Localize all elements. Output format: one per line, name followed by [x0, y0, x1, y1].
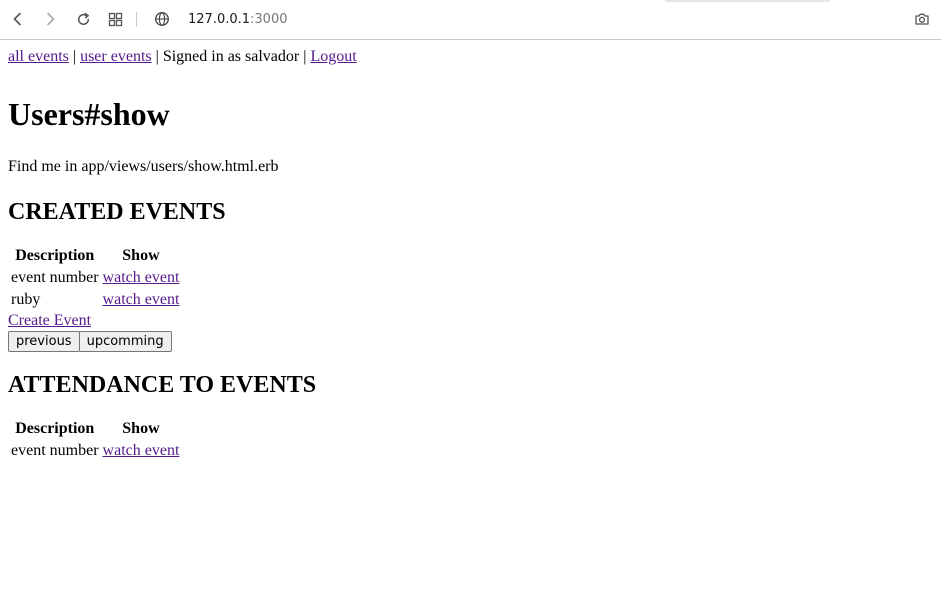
- column-header-show: Show: [122, 420, 160, 437]
- address-bar[interactable]: 127.0.0.1:3000: [188, 11, 288, 29]
- toolbar-accent-line: [665, 0, 830, 2]
- browser-toolbar: 127.0.0.1:3000: [0, 0, 941, 40]
- watch-event-link[interactable]: watch event: [103, 269, 180, 286]
- signed-in-text: | Signed in as salvador |: [151, 48, 311, 65]
- attendance-heading: ATTENDANCE TO EVENTS: [8, 372, 317, 398]
- screenshot-button[interactable]: [912, 9, 932, 29]
- event-show-cell: watch event: [102, 441, 181, 461]
- reload-button[interactable]: [73, 9, 93, 29]
- back-button[interactable]: [8, 9, 28, 29]
- nav-separator: |: [68, 48, 81, 65]
- reload-icon: [77, 12, 89, 25]
- pagination: previous upcomming: [8, 331, 933, 352]
- watch-event-link[interactable]: watch event: [103, 442, 180, 459]
- forward-button[interactable]: [40, 9, 60, 29]
- create-event-link[interactable]: Create Event: [8, 312, 933, 330]
- event-show-cell: watch event: [102, 290, 181, 310]
- created-events-table: Description Show event number watch even…: [8, 244, 182, 312]
- camera-icon: [915, 13, 929, 25]
- table-row: event number watch event: [10, 268, 180, 288]
- page-content: all events | user events | Signed in as …: [0, 47, 941, 463]
- table-header-row: Description Show: [10, 419, 180, 439]
- all-events-link[interactable]: all events: [8, 48, 69, 65]
- previous-button[interactable]: previous: [8, 331, 80, 352]
- watch-event-link[interactable]: watch event: [103, 291, 180, 308]
- column-header-description: Description: [15, 420, 95, 437]
- arrow-right-icon: [47, 12, 55, 26]
- column-header-show: Show: [122, 247, 160, 264]
- site-info-button[interactable]: [154, 11, 172, 29]
- globe-icon: [155, 12, 169, 26]
- table-header-row: Description Show: [10, 246, 180, 266]
- created-events-heading: CREATED EVENTS: [8, 199, 226, 225]
- event-show-cell: watch event: [102, 268, 181, 288]
- logout-link[interactable]: Logout: [310, 48, 356, 65]
- tabs-overview-button[interactable]: [105, 9, 125, 29]
- event-description: ruby: [11, 291, 41, 308]
- table-row: ruby watch event: [10, 290, 180, 310]
- address-port: :3000: [250, 12, 288, 27]
- top-nav: all events | user events | Signed in as …: [8, 47, 933, 67]
- address-host: 127.0.0.1: [188, 12, 251, 27]
- upcomming-button[interactable]: upcomming: [78, 331, 172, 352]
- page-title: Users#show: [8, 96, 170, 132]
- table-row: event number watch event: [10, 441, 180, 461]
- template-hint: Find me in app/views/users/show.html.erb: [8, 158, 279, 175]
- event-description: event number: [11, 269, 99, 286]
- attendance-table: Description Show event number watch even…: [8, 417, 182, 463]
- user-events-link[interactable]: user events: [80, 48, 152, 65]
- grid-icon: [108, 12, 122, 26]
- arrow-left-icon: [13, 12, 21, 26]
- toolbar-separator: [136, 12, 137, 27]
- event-description: event number: [11, 442, 99, 459]
- column-header-description: Description: [15, 247, 95, 264]
